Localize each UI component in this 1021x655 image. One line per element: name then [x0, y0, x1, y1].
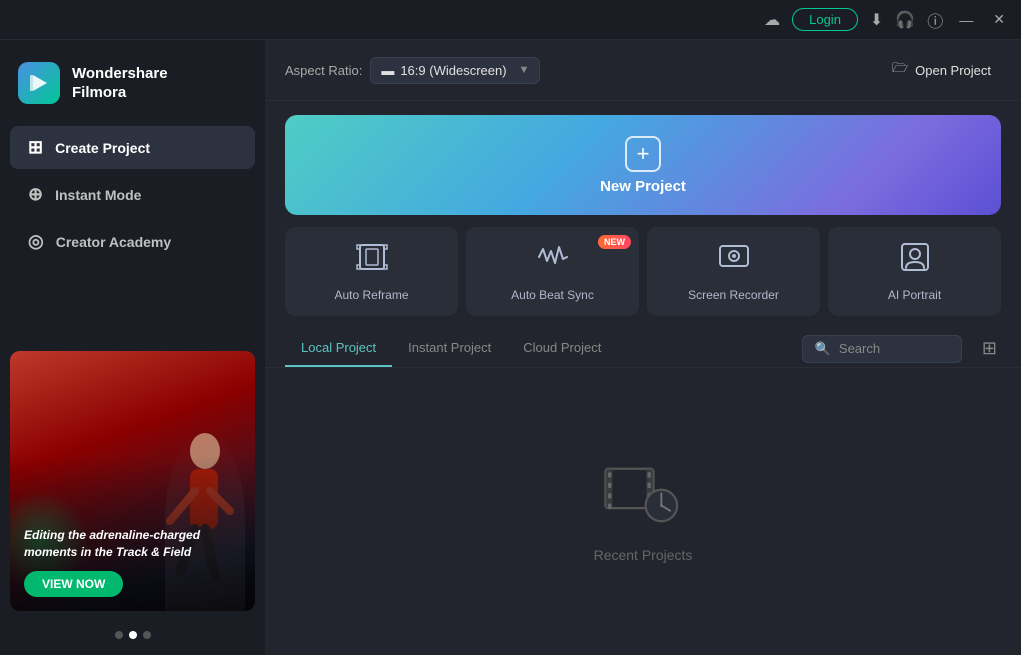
ai-portrait-label: AI Portrait [888, 288, 941, 302]
feature-cards: Auto Reframe NEW Auto Beat Sync [265, 227, 1021, 316]
title-bar: ☁ Login ⬇ 🎧 ⓘ — ✕ [0, 0, 1021, 40]
feature-card-ai-portrait[interactable]: AI Portrait [828, 227, 1001, 316]
recent-projects-label: Recent Projects [594, 547, 693, 563]
search-box[interactable]: 🔍 [802, 335, 962, 363]
nav-creator-academy-label: Creator Academy [56, 234, 171, 250]
auto-beat-sync-icon [537, 241, 569, 280]
close-button[interactable]: ✕ [989, 11, 1009, 28]
creator-academy-icon: ◎ [28, 231, 44, 252]
new-project-label: New Project [600, 178, 686, 195]
app-logo-icon [18, 62, 60, 104]
right-panel: Aspect Ratio: ▬ 16:9 (Widescreen) ▼ 🗁 Op… [265, 40, 1021, 655]
aspect-ratio-value: 16:9 (Widescreen) [400, 63, 506, 78]
login-button[interactable]: Login [792, 8, 858, 31]
aspect-ratio-label: Aspect Ratio: [285, 63, 362, 78]
project-tabs: Local Project Instant Project Cloud Proj… [265, 330, 1021, 368]
main-layout: Wondershare Filmora ⊞ Create Project ⊕ I… [0, 40, 1021, 655]
new-project-content: + New Project [600, 136, 686, 195]
new-project-plus-icon: + [625, 136, 661, 172]
open-project-label: Open Project [915, 63, 991, 78]
app-name: Wondershare Filmora [72, 64, 168, 103]
dropdown-chevron-icon: ▼ [518, 64, 529, 76]
search-icon: 🔍 [815, 341, 831, 357]
feature-card-auto-beat-sync[interactable]: NEW Auto Beat Sync [466, 227, 639, 316]
banner-view-now-button[interactable]: VIEW NOW [24, 571, 123, 597]
search-input[interactable] [839, 341, 949, 356]
banner-overlay: Editing the adrenaline-charged moments i… [10, 351, 255, 611]
headphone-icon[interactable]: 🎧 [895, 10, 915, 30]
screen-recorder-label: Screen Recorder [688, 288, 779, 302]
tab-cloud-project[interactable]: Cloud Project [507, 330, 617, 367]
screen-recorder-icon [718, 241, 750, 280]
feature-card-auto-reframe[interactable]: Auto Reframe [285, 227, 458, 316]
instant-mode-icon: ⊕ [28, 184, 43, 205]
banner-dots [0, 623, 265, 643]
tab-instant-project[interactable]: Instant Project [392, 330, 507, 367]
sidebar: Wondershare Filmora ⊞ Create Project ⊕ I… [0, 40, 265, 655]
dot-1[interactable] [115, 631, 123, 639]
tabs-left: Local Project Instant Project Cloud Proj… [285, 330, 617, 367]
banner-text: Editing the adrenaline-charged moments i… [24, 527, 241, 561]
open-project-button[interactable]: 🗁 Open Project [882, 54, 1001, 86]
aspect-ratio-dropdown[interactable]: ▬ 16:9 (Widescreen) ▼ [370, 57, 540, 84]
nav-instant-mode[interactable]: ⊕ Instant Mode [10, 173, 255, 216]
open-project-folder-icon: 🗁 [892, 59, 908, 81]
dot-3[interactable] [143, 631, 151, 639]
auto-reframe-icon [356, 241, 388, 280]
cloud-icon[interactable]: ☁ [764, 10, 780, 30]
info-icon[interactable]: ⓘ [927, 8, 943, 32]
aspect-ratio-selector: Aspect Ratio: ▬ 16:9 (Widescreen) ▼ [285, 57, 540, 84]
nav-creator-academy[interactable]: ◎ Creator Academy [10, 220, 255, 263]
grid-toggle-icon[interactable]: ⊞ [978, 334, 1001, 363]
ai-portrait-icon [899, 241, 931, 280]
new-project-banner[interactable]: + New Project [285, 115, 1001, 215]
tab-local-project[interactable]: Local Project [285, 330, 392, 367]
new-badge: NEW [598, 235, 631, 249]
top-toolbar: Aspect Ratio: ▬ 16:9 (Widescreen) ▼ 🗁 Op… [265, 40, 1021, 101]
aspect-ratio-icon: ▬ [381, 63, 394, 78]
app-logo: Wondershare Filmora [0, 52, 265, 124]
tabs-right: 🔍 ⊞ [802, 334, 1001, 363]
title-bar-icons: ☁ Login ⬇ 🎧 ⓘ — ✕ [764, 8, 1009, 32]
create-project-icon: ⊞ [28, 137, 43, 158]
nav-instant-mode-label: Instant Mode [55, 187, 141, 203]
nav-create-project-label: Create Project [55, 140, 150, 156]
auto-beat-sync-label: Auto Beat Sync [511, 288, 594, 302]
sidebar-banner: Editing the adrenaline-charged moments i… [10, 351, 255, 611]
feature-card-screen-recorder[interactable]: Screen Recorder [647, 227, 820, 316]
recent-projects-area: Recent Projects [265, 368, 1021, 655]
download-icon[interactable]: ⬇ [870, 10, 883, 30]
dot-2[interactable] [129, 631, 137, 639]
recent-projects-icon [603, 460, 683, 535]
nav-create-project[interactable]: ⊞ Create Project [10, 126, 255, 169]
minimize-button[interactable]: — [955, 12, 977, 28]
auto-reframe-label: Auto Reframe [334, 288, 408, 302]
